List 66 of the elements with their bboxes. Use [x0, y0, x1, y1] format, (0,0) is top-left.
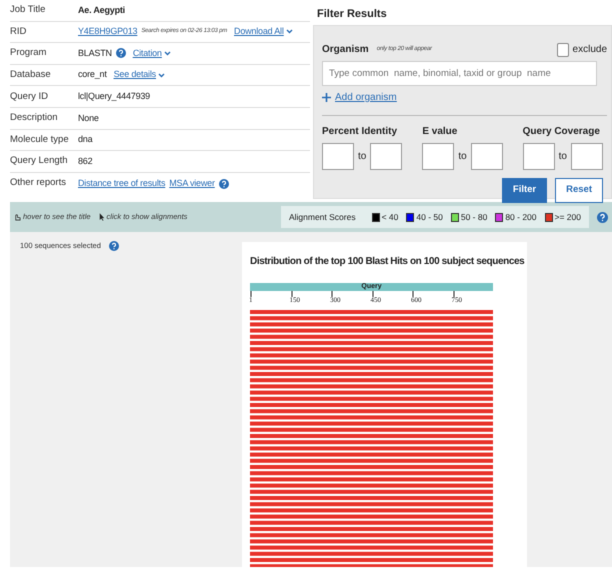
tick-mark: [250, 291, 252, 297]
link[interactable]: Y4E8H9GP013: [78, 25, 138, 39]
row-label: RID: [10, 24, 28, 39]
dropdown-link[interactable]: Citation: [132, 46, 171, 60]
chart-title: Distribution of the top 100 Blast Hits on 100 subject sequences: [250, 255, 524, 269]
row-value: 862: [78, 154, 92, 168]
field-label: Percent Identity: [322, 125, 398, 139]
legend-label: >= 200: [554, 210, 581, 224]
help-icon[interactable]: [597, 212, 608, 222]
dropdown-link[interactable]: Download All: [234, 25, 293, 39]
row-label: Query ID: [10, 90, 50, 104]
row-label: Database: [10, 68, 52, 82]
row-label: Query Length: [10, 154, 69, 168]
job-title-value: Ae. Aegypti: [78, 4, 125, 17]
hit-bars-drawing[interactable]: [250, 310, 493, 567]
row-label: Program: [10, 46, 48, 60]
field-label: E value: [422, 125, 458, 139]
dropdown-link[interactable]: See details: [114, 68, 165, 82]
plus-icon: [322, 93, 331, 102]
row-value: None: [78, 112, 99, 125]
row-label: Other reports: [10, 176, 67, 190]
range-max-field[interactable]: [571, 143, 603, 170]
caret-icon: [164, 50, 171, 56]
organism-field[interactable]: Type common name, binomial, taxid or group name: [322, 61, 597, 86]
tick-mark: [452, 291, 454, 297]
row-value: core_nt: [78, 68, 107, 82]
tick-mark: [290, 291, 292, 297]
row-value: dna: [78, 133, 92, 146]
legend-label: 80 - 200: [505, 210, 537, 224]
tick-mark: [412, 291, 414, 297]
range-max-field[interactable]: [370, 143, 402, 170]
reset-button[interactable]: Reset: [555, 178, 603, 203]
legend-label: 50 - 80: [460, 210, 488, 224]
checkbox-label: exclude: [572, 43, 607, 57]
legend-label: 40 - 50: [416, 210, 443, 224]
cursor-icon: [98, 213, 105, 221]
exclude-checkbox[interactable]: [556, 42, 569, 56]
row-value: BLASTN: [78, 46, 112, 60]
range-max-field[interactable]: [470, 143, 503, 170]
legend-title: Alignment Scores: [288, 210, 356, 224]
range-min-field[interactable]: [522, 143, 555, 170]
range-min-field[interactable]: [422, 143, 454, 170]
row-value: lcl|Query_4447939: [78, 90, 150, 103]
link[interactable]: Distance tree of results: [78, 176, 166, 190]
row-label: Description: [10, 111, 59, 126]
legend-label: < 40: [382, 210, 398, 224]
panel-title: Filter Results: [316, 7, 388, 22]
help-icon[interactable]: [116, 48, 126, 58]
field-label: Organism: [322, 43, 369, 57]
row-label: Molecule type: [10, 132, 70, 147]
hand-icon: [14, 213, 21, 221]
caret-icon: [158, 72, 165, 78]
range-separator: to: [558, 150, 567, 164]
range-min-field[interactable]: [322, 143, 354, 170]
filter-button[interactable]: Filter: [502, 178, 548, 203]
row-label: Job Title: [10, 3, 46, 18]
tick-mark: [331, 291, 333, 297]
caret-icon: [286, 29, 293, 34]
tick-mark: [372, 291, 374, 297]
range-separator: to: [358, 150, 366, 164]
help-icon[interactable]: [218, 178, 229, 189]
add-organism-link[interactable]: Add organism: [322, 90, 397, 105]
field-label: Query Coverage: [522, 125, 601, 139]
help-icon[interactable]: [108, 240, 119, 251]
link[interactable]: MSA viewer: [169, 176, 215, 190]
range-separator: to: [458, 150, 467, 164]
